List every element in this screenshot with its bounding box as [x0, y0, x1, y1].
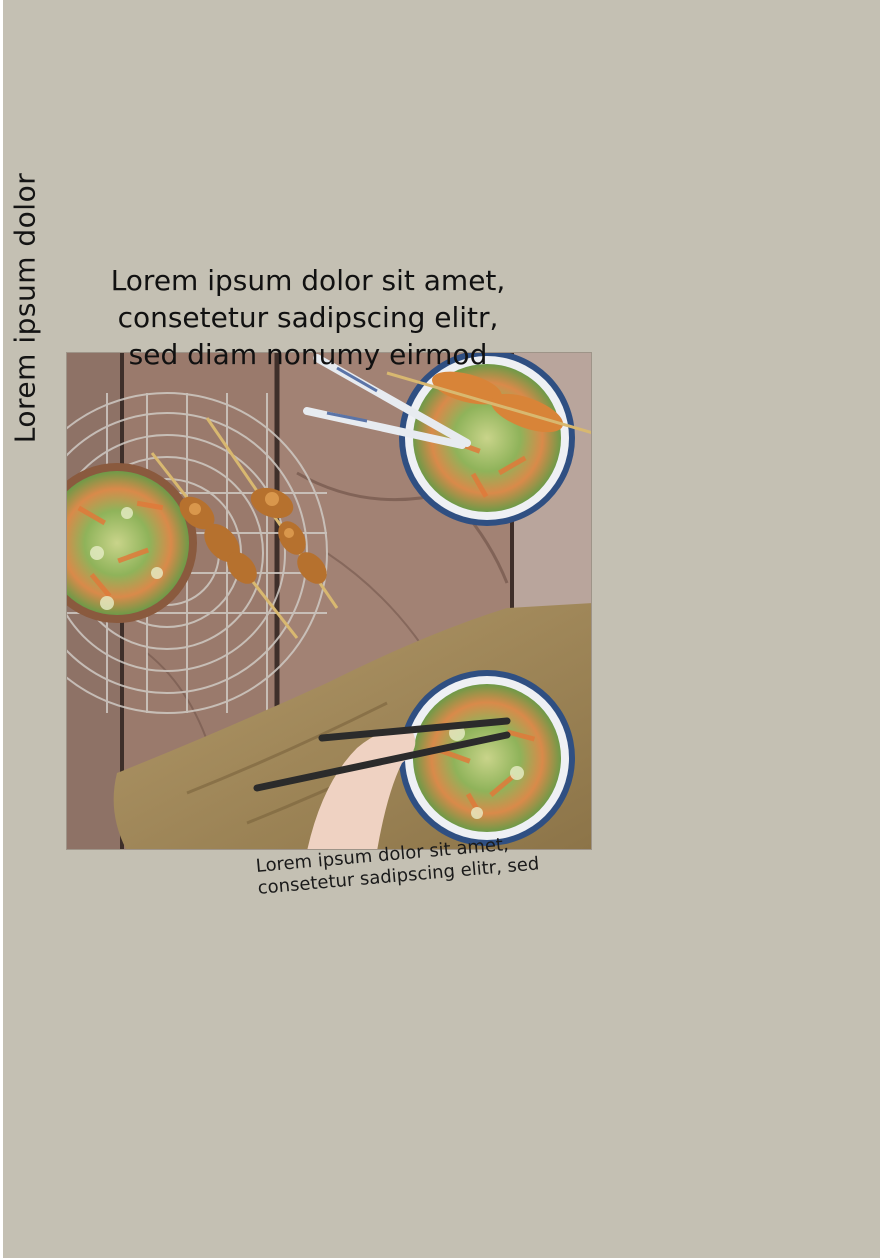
vertical-side-label: Lorem ipsum dolor: [8, 172, 42, 444]
food-photo: [66, 352, 592, 850]
headline-line-1: Lorem ipsum dolor sit amet,: [110, 264, 506, 297]
headline-line-2: consetetur sadipscing elitr,: [117, 301, 499, 334]
headline: Lorem ipsum dolor sit amet, consetetur s…: [63, 262, 553, 373]
headline-line-3: sed diam nonumy eirmod: [128, 338, 488, 371]
food-photo-illustration: [67, 353, 591, 849]
page: Lorem ipsum dolor Lorem ipsum dolor sit …: [3, 0, 880, 1258]
